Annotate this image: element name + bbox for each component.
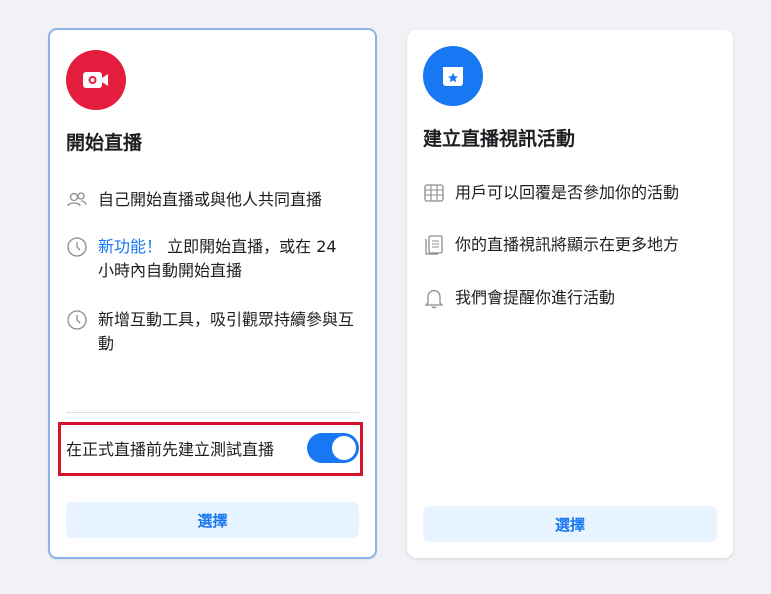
pages-icon [425, 235, 443, 255]
feature-text: 新功能！ 立即開始直播，或在 24 小時內自動開始直播 [98, 237, 337, 280]
new-feature-badge: 新功能！ [98, 237, 163, 256]
feature-text: 我們會提醒你進行活動 [455, 288, 616, 307]
live-video-icon [66, 50, 126, 110]
go-live-card[interactable]: 開始直播 自己開始直播或與他人共同直播 新功能！ 立即開始直播，或在 24 小時… [48, 28, 377, 559]
clock-icon [67, 310, 87, 330]
feature-text: 你的直播視訊將顯示在更多地方 [455, 235, 680, 254]
feature-item: 我們會提醒你進行活動 [423, 286, 713, 310]
select-button[interactable]: 選擇 [66, 502, 359, 538]
test-stream-toggle-label: 在正式直播前先建立測試直播 [66, 440, 275, 459]
divider [66, 412, 359, 413]
feature-text: 自己開始直播或與他人共同直播 [98, 190, 323, 209]
test-stream-toggle[interactable] [307, 433, 359, 463]
feature-item: 新功能！ 立即開始直播，或在 24 小時內自動開始直播 [66, 235, 356, 283]
calendar-grid-icon [424, 184, 444, 202]
toggle-knob [332, 436, 356, 460]
feature-item: 自己開始直播或與他人共同直播 [66, 188, 356, 212]
live-event-card[interactable]: 建立直播視訊活動 用戶可以回覆是否參加你的活動 你的直播視訊將顯示在更多地方 我… [407, 30, 733, 558]
feature-text: 用戶可以回覆是否參加你的活動 [455, 183, 680, 202]
clock-icon [67, 237, 87, 257]
bell-icon [424, 289, 444, 309]
card-title: 建立直播視訊活動 [423, 128, 576, 150]
feature-item: 新增互動工具，吸引觀眾持續參與互動 [66, 308, 356, 356]
people-icon [67, 192, 87, 207]
feature-text: 新增互動工具，吸引觀眾持續參與互動 [98, 310, 355, 353]
feature-item: 你的直播視訊將顯示在更多地方 [423, 233, 713, 257]
select-button[interactable]: 選擇 [423, 506, 717, 542]
card-title: 開始直播 [66, 132, 143, 154]
feature-item: 用戶可以回覆是否參加你的活動 [423, 181, 713, 205]
event-calendar-icon [423, 46, 483, 106]
